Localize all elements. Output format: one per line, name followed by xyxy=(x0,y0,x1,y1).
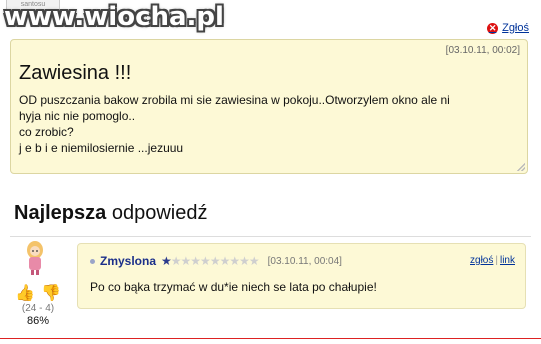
question-box: [03.10.11, 00:02] Zawiesina !!! OD puszc… xyxy=(10,39,528,174)
question-line: co zrobic? xyxy=(19,125,74,139)
answer-date: [03.10.11, 00:04] xyxy=(267,255,342,267)
best-answer-heading-bold: Najlepsza xyxy=(14,202,107,224)
question-line: j e b i e niemilosiernie ...jezuuu xyxy=(19,141,184,155)
user-avatar[interactable] xyxy=(22,240,48,276)
question-date: [03.10.11, 00:02] xyxy=(445,45,520,56)
next-section-edge xyxy=(0,338,541,344)
question-line: OD puszczania bakow zrobila mi sie zawie… xyxy=(19,93,450,107)
question-line: hyja nic nie pomoglo.. xyxy=(19,109,136,123)
site-watermark: www.wiocha.pl xyxy=(4,2,224,32)
bullet-icon xyxy=(90,258,95,264)
thumbs-down-icon[interactable]: 👎 xyxy=(41,283,61,303)
report-x-icon: ✕ xyxy=(487,22,499,34)
question-body: OD puszczania bakow zrobila mi sie zawie… xyxy=(19,92,519,156)
answer-username[interactable]: Zmyslona xyxy=(100,254,156,268)
vote-panel: 👍 👎 (24 - 4) 86% xyxy=(13,283,63,327)
answer-permalink[interactable]: link xyxy=(500,255,515,266)
thumbs-up-icon[interactable]: 👍 xyxy=(15,283,35,303)
report-question-link[interactable]: ✕ Zgłoś xyxy=(487,22,529,34)
section-divider xyxy=(10,236,531,237)
vote-percent: 86% xyxy=(26,315,50,327)
rating-stars-icon: ★★★★★★★★★★ xyxy=(161,254,260,268)
report-question-label: Zgłoś xyxy=(502,22,529,34)
report-answer-link[interactable]: zgłoś xyxy=(470,255,493,266)
best-answer-heading: Najlepsza odpowiedź xyxy=(14,202,207,225)
best-answer-heading-rest: odpowiedź xyxy=(106,202,208,224)
answer-links: zgłoś | link xyxy=(470,255,515,266)
answer-header: Zmyslona ★★★★★★★★★★ [03.10.11, 00:04] xyxy=(90,254,342,268)
resize-handle-icon[interactable] xyxy=(517,163,525,171)
answer-text: Po co bąka trzymać w du*ie niech se lata… xyxy=(90,280,377,294)
vote-count: (24 - 4) xyxy=(21,303,55,314)
answer-box: Zmyslona ★★★★★★★★★★ [03.10.11, 00:04] zg… xyxy=(77,243,526,309)
question-title: Zawiesina !!! xyxy=(19,62,132,84)
